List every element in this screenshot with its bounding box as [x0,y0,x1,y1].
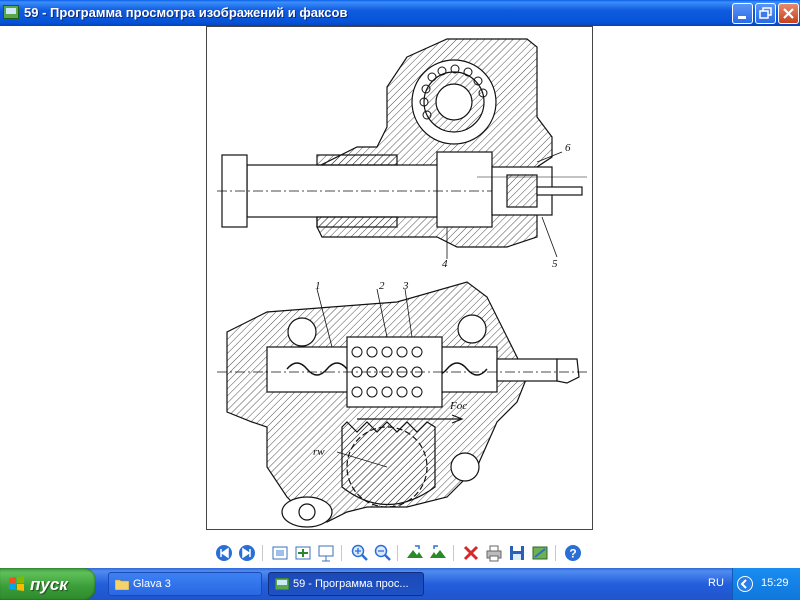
print-icon [486,545,502,562]
callout-2: 2 [379,280,385,292]
callout-5: 5 [552,258,558,270]
best-fit-button[interactable] [270,543,290,563]
zoom-in-icon [351,544,368,561]
window-title: 59 - Программа просмотра изображений и ф… [24,5,348,20]
edit-button[interactable] [530,543,550,563]
zoom-out-button[interactable] [372,543,392,563]
taskbar: пуск Glava 3 59 - Программа прос... RU 1… [0,568,800,600]
zoom-out-icon [374,544,391,561]
steering-gear-drawing: 4 5 6 1 2 3 Fос rw [217,38,587,528]
actual-size-button[interactable] [293,543,313,563]
minimize-icon [738,16,746,19]
edit-icon [532,546,548,560]
callout-4: 4 [442,258,448,270]
restore-button[interactable] [755,3,776,24]
print-button[interactable] [484,543,504,563]
taskbar-item-glava-3[interactable]: Glava 3 [108,572,262,596]
callout-3: 3 [402,280,409,292]
delete-icon [463,545,479,561]
taskbar-item-label: 59 - Программа прос... [293,578,409,590]
slideshow-icon [318,545,334,562]
rotate-clockwise-button[interactable] [405,543,425,563]
next-image-icon [239,545,255,561]
callout-1: 1 [315,280,321,292]
radius-label: rw [313,446,325,458]
rotate-clockwise-icon [407,545,423,558]
clock[interactable]: 15:29 [761,577,789,589]
force-label: Fос [449,400,467,412]
system-tray: 15:29 [732,568,800,600]
help-button[interactable]: ? [563,543,583,563]
next-image-button[interactable] [237,543,257,563]
viewer-toolbar: ? [0,538,800,568]
delete-button[interactable] [461,543,481,563]
close-icon [783,8,794,19]
previous-image-button[interactable] [214,543,234,563]
minimize-button[interactable] [732,3,753,24]
actual-size-icon [295,546,311,560]
save-button[interactable] [507,543,527,563]
save-icon [510,546,524,560]
svg-text:?: ? [569,547,576,561]
callout-6: 6 [565,142,571,154]
chevron-left-icon [740,579,747,589]
taskbar-item-label: Glava 3 [133,578,171,590]
image-viewer-icon [3,5,19,19]
image-viewport[interactable]: 4 5 6 1 2 3 Fос rw [0,26,800,538]
image-viewer-icon [275,578,289,590]
help-icon: ? [565,545,581,561]
rotate-counterclockwise-icon [430,545,446,558]
folder-icon [115,579,129,590]
technical-drawing: 4 5 6 1 2 3 Fос rw [206,26,593,530]
windows-logo-icon [9,576,24,591]
slideshow-button[interactable] [316,543,336,563]
restore-icon [759,7,772,19]
best-fit-icon [272,546,288,560]
start-label: пуск [30,575,68,594]
language-indicator[interactable]: RU [708,577,724,589]
zoom-in-button[interactable] [349,543,369,563]
taskbar-item-image-viewer[interactable]: 59 - Программа прос... [268,572,424,596]
previous-image-icon [216,545,232,561]
show-hidden-icons-button[interactable] [737,576,753,592]
rotate-counterclockwise-button[interactable] [428,543,448,563]
close-button[interactable] [778,3,799,24]
window-titlebar[interactable]: 59 - Программа просмотра изображений и ф… [0,0,800,26]
start-button[interactable]: пуск [0,568,96,600]
